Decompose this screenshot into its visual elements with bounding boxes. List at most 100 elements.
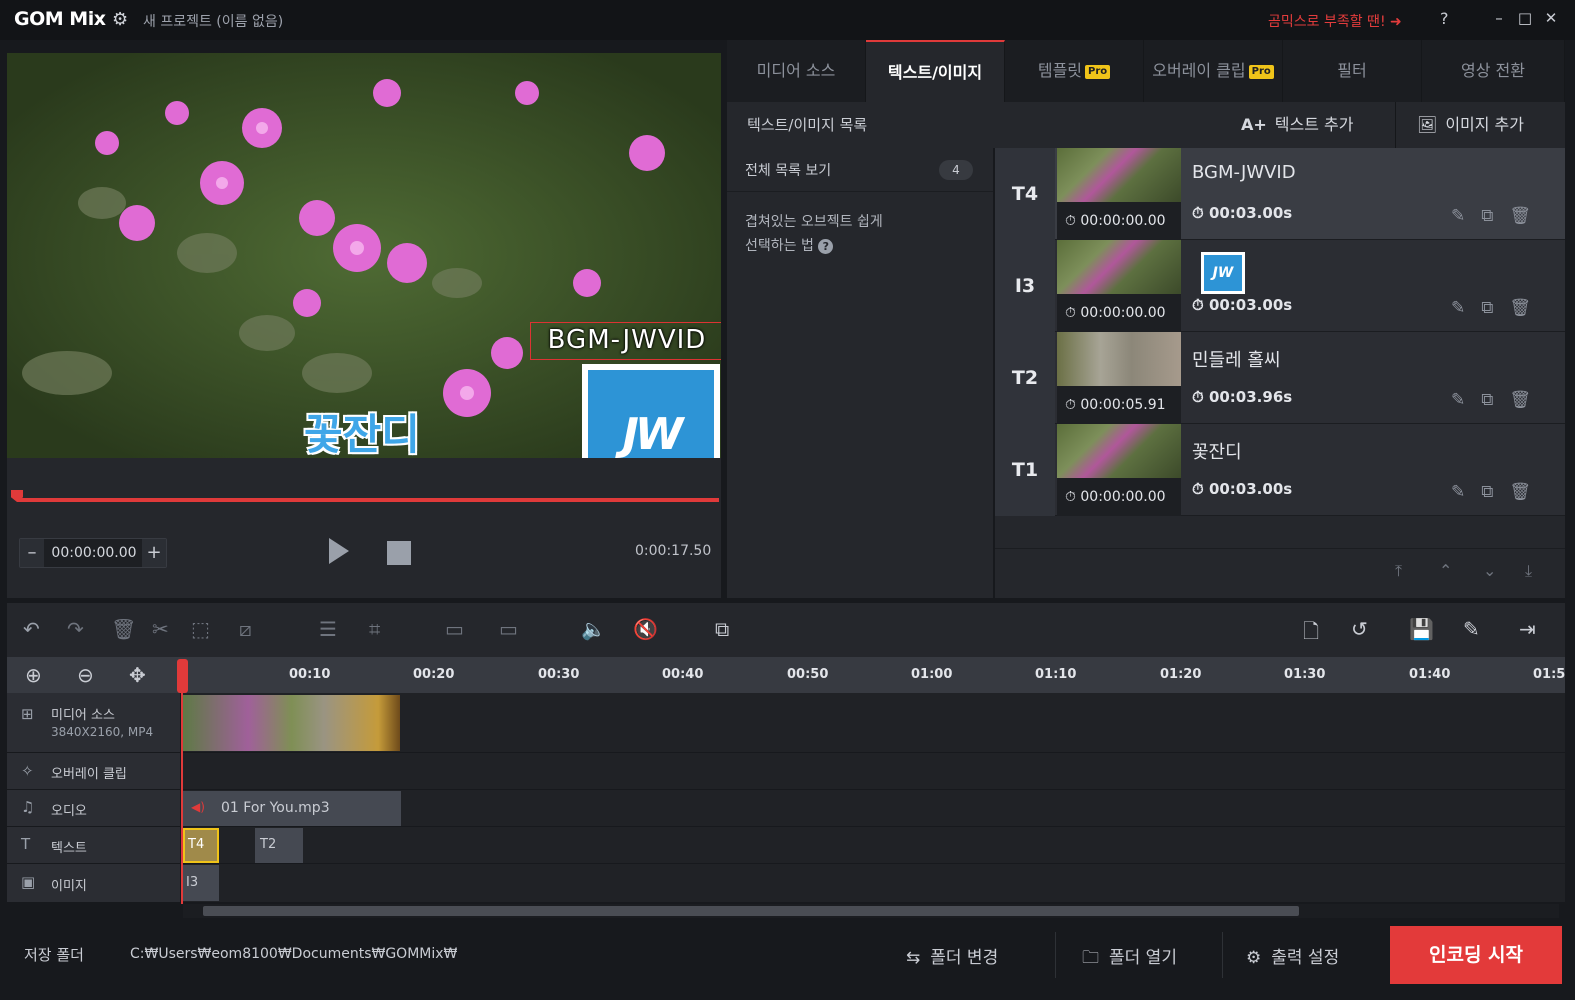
list-item[interactable]: I3 ⏱ 00:00:00.00 JW ⏱ 00:03.00s ✎⧉🗑 <box>995 240 1565 332</box>
item-name: BGM-JWVID <box>1192 162 1296 183</box>
track-label: T 텍스트 <box>7 827 181 863</box>
item-id: I3 <box>995 240 1055 332</box>
track-overlay: ✧ 오버레이 클립 <box>7 753 1565 790</box>
zoom-in-icon[interactable]: ⊕ <box>25 663 42 687</box>
all-list-view[interactable]: 전체 목록 보기 4 <box>727 148 993 192</box>
scrollbar-thumb[interactable] <box>203 906 1299 916</box>
move-bottom-icon[interactable]: ⤓ <box>1525 561 1532 581</box>
save-as-icon[interactable]: ✎ <box>1463 617 1480 641</box>
tab-template[interactable]: 템플릿 Pro <box>1005 40 1144 102</box>
snapshot-icon[interactable]: ⧉ <box>715 617 729 641</box>
tab-transition[interactable]: 영상 전환 <box>1422 40 1565 102</box>
select-icon[interactable]: ⬚ <box>191 617 210 641</box>
duplicate-icon[interactable]: ⧉ <box>1481 482 1509 502</box>
delete-icon[interactable]: 🗑 <box>1509 206 1547 226</box>
adjust-icon[interactable]: ☰ <box>319 617 337 641</box>
tab-overlay-clip[interactable]: 오버레이 클립 Pro <box>1144 40 1283 102</box>
add-text-button[interactable]: A+ 텍스트 추가 <box>1241 112 1353 138</box>
time-increment-button[interactable]: + <box>142 539 166 567</box>
media-clip[interactable] <box>183 695 400 751</box>
undo-icon[interactable]: ↶ <box>23 617 40 641</box>
item-count-badge: 4 <box>939 160 973 180</box>
promo-link[interactable]: 곰믹스로 부족할 땐! ➜ <box>1268 11 1402 31</box>
edit-icon[interactable]: ✎ <box>1451 482 1481 502</box>
duplicate-icon[interactable]: ⧉ <box>1481 390 1509 410</box>
edit-icon[interactable]: ✎ <box>1451 206 1481 226</box>
text-clip[interactable]: T2 <box>255 828 303 863</box>
add-text-icon: A+ <box>1241 115 1267 134</box>
divider <box>1222 932 1223 978</box>
gear-icon[interactable]: ⚙ <box>112 9 128 30</box>
zoom-out-icon[interactable]: ⊖ <box>77 663 94 687</box>
open-project-icon[interactable]: ↺ <box>1351 617 1368 641</box>
move-up-icon[interactable]: ⌃ <box>1439 561 1452 580</box>
text-clip[interactable]: T4 <box>183 828 219 863</box>
track-text: T 텍스트 T4 T2 <box>7 827 1565 864</box>
fit-icon[interactable]: ✥ <box>129 663 146 687</box>
preview-text-bgm[interactable]: BGM-JWVID <box>530 322 721 360</box>
list-item[interactable]: T1 ⏱ 00:00:00.00 꽃잔디 ⏱ 00:03.00s ✎⧉🗑 <box>995 424 1565 516</box>
seek-bar[interactable] <box>17 498 719 502</box>
delete-icon[interactable]: 🗑 <box>111 617 136 641</box>
crop-icon[interactable]: ⌗ <box>369 617 380 641</box>
open-folder-button[interactable]: 🗀 폴더 열기 <box>1082 943 1177 974</box>
tab-filter[interactable]: 필터 <box>1283 40 1422 102</box>
save-icon[interactable]: 💾 <box>1409 617 1434 641</box>
music-icon: ♫ <box>21 798 35 816</box>
duplicate-icon[interactable]: ⧉ <box>1481 206 1509 226</box>
add-image-button[interactable]: 🖼 이미지 추가 <box>1417 112 1524 138</box>
volume-icon[interactable]: 🔈 <box>581 617 606 641</box>
preview-text-kkot[interactable]: 꽃잔디 <box>304 401 420 458</box>
delete-icon[interactable]: 🗑 <box>1509 482 1547 502</box>
export-icon[interactable]: ⇥ <box>1519 617 1536 641</box>
edit-icon[interactable]: ✎ <box>1451 298 1481 318</box>
image-insert-icon[interactable]: ▭ <box>445 617 464 641</box>
minimize-button[interactable]: – <box>1487 6 1511 30</box>
image-icon: ▣ <box>21 873 36 891</box>
split-icon[interactable]: ⧄ <box>239 617 252 641</box>
mute-icon[interactable]: 🔇 <box>633 617 658 641</box>
close-button[interactable]: ✕ <box>1539 6 1563 30</box>
text-icon: T <box>21 835 31 853</box>
duplicate-icon[interactable]: ⧉ <box>1481 298 1509 318</box>
film-icon: ⊞ <box>21 705 34 723</box>
move-top-icon[interactable]: ⤒ <box>1395 561 1402 581</box>
project-title: 새 프로젝트 (이름 없음) <box>143 14 284 30</box>
settings-icon: ⚙ <box>1246 948 1262 968</box>
video-preview[interactable]: BGM-JWVID JW 꽃잔디 <box>7 53 721 458</box>
redo-icon[interactable]: ↷ <box>67 617 84 641</box>
new-project-icon[interactable]: 🗋 <box>1303 617 1319 651</box>
image-replace-icon[interactable]: ▭ <box>499 617 518 641</box>
current-time-field[interactable]: – 00:00:00.00 + <box>19 538 167 568</box>
move-down-icon[interactable]: ⌄ <box>1483 561 1496 580</box>
maximize-button[interactable]: □ <box>1513 6 1537 30</box>
help-button[interactable]: ? <box>1440 9 1449 28</box>
playhead[interactable] <box>177 659 188 693</box>
change-folder-button[interactable]: ⇆ 폴더 변경 <box>906 943 998 968</box>
question-icon[interactable]: ? <box>818 239 834 254</box>
list-item[interactable]: T4 ⏱ 00:00:00.00 BGM-JWVID ⏱ 00:03.00s ✎… <box>995 148 1565 240</box>
tab-text-image[interactable]: 텍스트/이미지 <box>866 40 1005 102</box>
edit-icon[interactable]: ✎ <box>1451 390 1481 410</box>
cut-icon[interactable]: ✂ <box>152 617 169 641</box>
timeline-scrollbar[interactable] <box>183 904 1559 918</box>
list-title: 텍스트/이미지 목록 <box>747 116 868 134</box>
start-encoding-button[interactable]: 인코딩 시작 <box>1390 926 1562 984</box>
playback-controls: – 00:00:00.00 + 0:00:17.50 <box>7 458 721 598</box>
list-item[interactable]: T2 ⏱ 00:00:05.91 민들레 홀씨 ⏱ 00:03.96s ✎⧉🗑 <box>995 332 1565 424</box>
audio-clip[interactable]: ◀) 01 For You.mp3 <box>183 791 401 826</box>
preview-image-logo[interactable]: JW <box>582 364 720 458</box>
overlay-icon: ✧ <box>21 762 34 780</box>
tip-link[interactable]: 겹쳐있는 오브젝트 쉽게 선택하는 법 ? <box>745 210 965 258</box>
image-clip[interactable]: I3 <box>183 865 219 901</box>
play-icon[interactable] <box>329 538 349 564</box>
delete-icon[interactable]: 🗑 <box>1509 390 1547 410</box>
timer-icon: ⏱ <box>1192 480 1204 498</box>
time-decrement-button[interactable]: – <box>20 539 44 567</box>
pro-badge: Pro <box>1248 64 1274 79</box>
delete-icon[interactable]: 🗑 <box>1509 298 1547 318</box>
tab-media-source[interactable]: 미디어 소스 <box>727 40 866 102</box>
stop-icon[interactable] <box>387 541 411 565</box>
timeline-ruler[interactable]: ⊕ ⊖ ✥ 00:10 00:20 00:30 00:40 00:50 01:0… <box>7 657 1565 693</box>
output-settings-button[interactable]: ⚙ 출력 설정 <box>1246 943 1339 968</box>
